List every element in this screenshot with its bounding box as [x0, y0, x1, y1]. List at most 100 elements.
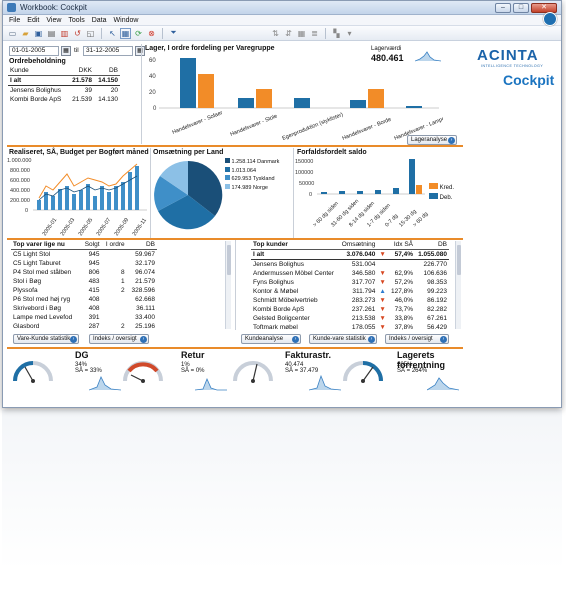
- top-varer-table: Top varer lige nu Solgt I ordre DB C5 Li…: [11, 240, 157, 331]
- minimize-button[interactable]: –: [495, 2, 511, 13]
- table-row[interactable]: Kombi Borde ApS 237.261 ▼ 73,7% 82.282: [251, 305, 449, 314]
- date-to-field[interactable]: 31-12-2005: [83, 46, 133, 56]
- kpi-dg-title: DG: [75, 350, 89, 360]
- window-title: Workbook: Cockpit: [20, 3, 87, 12]
- list-icon[interactable]: ≣: [309, 28, 320, 39]
- svg-text:2005-09: 2005-09: [114, 217, 130, 237]
- app-icon: [7, 3, 16, 12]
- kpi-retur-title: Retur: [181, 350, 205, 360]
- print-icon[interactable]: ▤: [46, 28, 57, 39]
- table-row[interactable]: P4 Stol med stålben 806 8 96.074: [11, 268, 157, 277]
- top-kunder-table: Top kunder Omsætning Idx SÅ DB I alt 3.07…: [251, 240, 449, 332]
- dropdown-icon[interactable]: ▾: [344, 28, 355, 39]
- open-icon[interactable]: ▰: [20, 28, 31, 39]
- svg-text:20: 20: [149, 90, 156, 96]
- table-row[interactable]: Jensens Bolighus 39 20: [8, 86, 120, 96]
- indeks-oversigt-kunder-button[interactable]: Indeks / oversigt ›: [385, 334, 449, 344]
- menu-tools[interactable]: Tools: [68, 17, 84, 24]
- tick-2: Handelsvarer - Stole: [230, 114, 279, 138]
- pointer-icon[interactable]: ↖: [107, 28, 118, 39]
- svg-text:100000: 100000: [295, 170, 313, 176]
- app-window: Workbook: Cockpit – □ ✕ File Edit View T…: [2, 0, 562, 408]
- top-kunder-scrollbar[interactable]: [455, 241, 461, 329]
- table-row[interactable]: Andermussen Möbel Center 346.580 ▼ 62,9% 106…: [251, 269, 449, 278]
- table-row[interactable]: C5 Light Taburet 945 32.179: [11, 259, 157, 268]
- brand-tagline: INTELLIGENCE TECHNOLOGY: [481, 64, 544, 68]
- realiseret-chart: 1.000.000800.000600.000 400.000200.0000 …: [7, 158, 148, 237]
- kundeanalyse-button[interactable]: Kundeanalyse ›: [241, 334, 301, 344]
- calendar-from-icon[interactable]: ▦: [61, 46, 71, 56]
- bar-blue-5: [406, 106, 422, 108]
- table-row[interactable]: Schmidt Möbelvertrieb 283.273 ▼ 46,0% 86.192: [251, 296, 449, 305]
- lageranalyse-button[interactable]: Lageranalyse ›: [407, 135, 457, 145]
- gauge-dg: [13, 361, 53, 383]
- close-button[interactable]: ✕: [531, 2, 557, 13]
- table-row[interactable]: Plyssofa 415 2 328.596: [11, 286, 157, 295]
- go-icon: ›: [292, 336, 299, 343]
- brand-logo: ACINTA: [477, 47, 539, 64]
- grid-icon[interactable]: ▦: [296, 28, 307, 39]
- svg-text:2005-05: 2005-05: [78, 217, 94, 237]
- acinta-globe-icon[interactable]: [543, 12, 557, 26]
- layout-icon[interactable]: ▦: [120, 27, 131, 39]
- date-from-field[interactable]: 01-01-2005: [9, 46, 59, 56]
- table-row[interactable]: Gelsted Boligcenter 213.538 ▼ 33,8% 67.261: [251, 314, 449, 323]
- table-row[interactable]: Stol i Bøg 483 1 21.579: [11, 277, 157, 286]
- table-row[interactable]: P6 Stol med høj ryg 408 62.668: [11, 295, 157, 304]
- table-row[interactable]: Toftmark møbel 178.055 ▼ 37,8% 56.429: [251, 323, 449, 332]
- lager-chart: 60 40 20 0 Handelsvarer - Sofaer Handelsvar…: [149, 58, 443, 142]
- new-icon[interactable]: ▭: [7, 28, 18, 39]
- bar-orange-1: [198, 74, 214, 108]
- sort-asc-icon[interactable]: ⇅: [270, 28, 281, 39]
- table-row[interactable]: Kontor & Møbel 311.794 ▲ 127,8% 99.223: [251, 287, 449, 296]
- table-row[interactable]: Kombi Borde ApS 21.539 14.130: [8, 95, 120, 104]
- menu-window[interactable]: Window: [114, 17, 139, 24]
- kpi-lager-sa: SÅ = 264%: [397, 368, 428, 374]
- svg-text:150000: 150000: [295, 159, 313, 165]
- menu-edit[interactable]: Edit: [27, 17, 39, 24]
- forfalds-title: Forfaldsfordelt saldo: [297, 149, 367, 156]
- tick-3: Egenproduktion (styklister): [282, 112, 345, 142]
- svg-text:40: 40: [149, 74, 156, 80]
- gauge-lagerets-forrentning: [343, 361, 383, 383]
- table-row[interactable]: I alt 3.076.040 ▼ 57,4% 1.055.080: [251, 249, 449, 260]
- preview-icon[interactable]: ◱: [85, 28, 96, 39]
- calendar-to-icon[interactable]: ▦: [135, 46, 145, 56]
- menu-data[interactable]: Data: [92, 17, 107, 24]
- filter-icon[interactable]: ⏷: [168, 28, 179, 39]
- menu-view[interactable]: View: [46, 17, 61, 24]
- table-row[interactable]: Lampe med Levefod 391 33.400: [11, 313, 157, 322]
- svg-text:0: 0: [153, 106, 157, 112]
- svg-text:0: 0: [25, 208, 28, 214]
- table-row[interactable]: Jensens Bolighus 531.004 226.770: [251, 260, 449, 270]
- save-icon[interactable]: ▣: [33, 28, 44, 39]
- chart-tool-icon[interactable]: ▚: [331, 28, 342, 39]
- forfalds-chart: 150000100000500000 > 60 dg siden 31-60 d…: [295, 159, 429, 228]
- sort-desc-icon[interactable]: ⇵: [283, 28, 294, 39]
- maximize-button[interactable]: □: [513, 2, 529, 13]
- table-row[interactable]: Skrivebord i Bøg 408 36.111: [11, 304, 157, 313]
- product-name: Cockpit: [503, 72, 555, 88]
- kpi-fakturastr-sparkline: [309, 374, 341, 391]
- kunde-vare-statistik-button[interactable]: Kunde-vare statistik ›: [309, 334, 377, 344]
- kpi-retur-sparkline: [195, 377, 227, 391]
- svg-text:2005-07: 2005-07: [96, 217, 112, 237]
- refresh-icon[interactable]: ⟳: [133, 28, 144, 39]
- table-row[interactable]: Glasbord 287 2 25.196: [11, 322, 157, 331]
- kpi-fakturastr-title: Fakturastr.: [285, 350, 332, 360]
- stop-icon[interactable]: ⊗: [146, 28, 157, 39]
- top-varer-scrollbar[interactable]: [225, 241, 231, 329]
- vare-kunde-statistik-button[interactable]: Vare-Kunde statistik ›: [13, 334, 79, 344]
- svg-text:2005-01: 2005-01: [42, 217, 58, 237]
- top-kunder-title: Top kunder: [251, 240, 339, 250]
- bar-orange-4: [368, 89, 384, 108]
- menu-file[interactable]: File: [9, 17, 20, 24]
- gauge-fakturastr: [233, 361, 273, 383]
- table-row[interactable]: Fyns Bolighus 317.707 ▼ 57,2% 98.353: [251, 278, 449, 287]
- table-row[interactable]: I alt 21.578 14.150: [8, 75, 120, 86]
- undo-icon[interactable]: ↺: [72, 28, 83, 39]
- export-icon[interactable]: ▥: [59, 28, 70, 39]
- table-row[interactable]: C5 Light Stol 945 59.967: [11, 250, 157, 260]
- go-icon: ›: [440, 336, 447, 343]
- indeks-oversigt-button[interactable]: Indeks / oversigt ›: [89, 334, 149, 344]
